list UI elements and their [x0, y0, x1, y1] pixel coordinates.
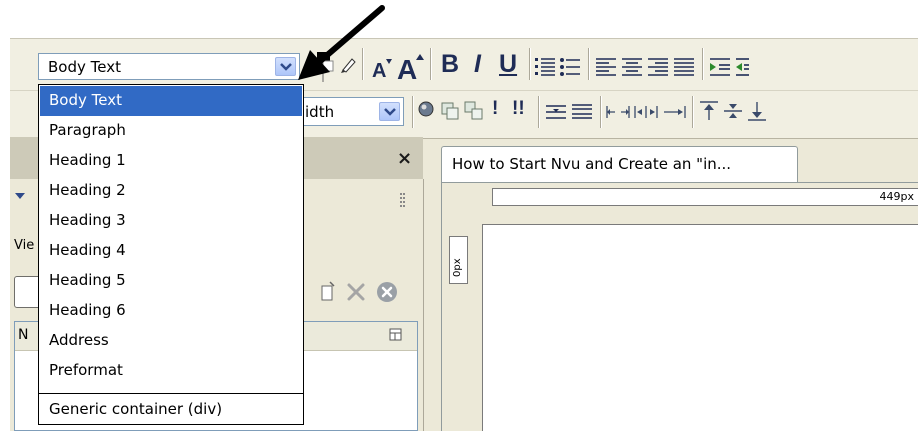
horizontal-ruler: 449px — [492, 188, 918, 206]
spacing-icon[interactable] — [571, 103, 593, 125]
sidebar-view-label: Vie — [14, 238, 35, 253]
edit-icon[interactable] — [320, 280, 336, 306]
format-option-heading-6[interactable]: Heading 6 — [40, 296, 302, 326]
tab-document[interactable]: How to Start Nvu and Create an "in... — [441, 146, 798, 182]
cancel-icon[interactable] — [376, 281, 398, 307]
align-left-icon[interactable] — [595, 56, 617, 82]
paragraph-format-value: Body Text — [48, 58, 121, 76]
valign-middle-icon[interactable] — [723, 100, 743, 126]
expand-arrow-icon[interactable] — [14, 190, 26, 206]
sidebar-column-label: N — [18, 327, 29, 343]
tab-title: How to Start Nvu and Create an "in... — [452, 155, 732, 173]
cell-center-icon[interactable] — [634, 104, 658, 124]
outdent-icon[interactable] — [735, 56, 749, 82]
increase-font-size-icon[interactable]: A — [396, 52, 426, 86]
sidebar-close-button[interactable]: × — [397, 148, 412, 169]
format-option-paragraph[interactable]: Paragraph — [40, 116, 302, 146]
numbered-list-icon[interactable] — [534, 56, 556, 82]
bold-button[interactable]: B — [441, 50, 459, 79]
annotation-arrow-icon — [290, 0, 390, 94]
format-option-heading-5[interactable]: Heading 5 — [40, 266, 302, 296]
justify-icon[interactable] — [673, 56, 695, 82]
align-center-icon[interactable] — [621, 56, 643, 82]
format-option-body-text[interactable]: Body Text — [40, 86, 302, 116]
layer-stack-icon[interactable] — [464, 101, 484, 125]
double-exclaim-button[interactable]: !! — [512, 98, 525, 120]
vertical-ruler: 0px — [449, 236, 468, 284]
svg-text:A: A — [397, 54, 417, 82]
paragraph-format-select[interactable]: Body Text — [38, 53, 300, 80]
align-right-icon[interactable] — [647, 56, 669, 82]
format-option-heading-2[interactable]: Heading 2 — [40, 176, 302, 206]
width-select-value: idth — [305, 103, 335, 121]
width-dropdown-button[interactable] — [379, 102, 400, 121]
format-option-address[interactable]: Address — [40, 326, 302, 356]
horizontal-rule-icon[interactable] — [545, 103, 567, 125]
column-picker-icon[interactable] — [389, 328, 403, 346]
underline-button[interactable]: U — [499, 50, 517, 79]
cell-right-icon[interactable] — [662, 104, 686, 124]
dropdown-divider — [39, 393, 303, 394]
indent-icon[interactable] — [709, 56, 731, 82]
format-option-heading-4[interactable]: Heading 4 — [40, 236, 302, 266]
format-option-generic-container[interactable]: Generic container (div) — [40, 395, 302, 425]
valign-bottom-icon[interactable] — [747, 100, 767, 126]
width-select[interactable]: idth — [300, 97, 404, 126]
ruler-h-label: 449px — [879, 190, 915, 203]
format-option-preformat[interactable]: Preformat — [40, 356, 302, 386]
grip-icon[interactable] — [400, 193, 406, 213]
editor-canvas[interactable] — [482, 224, 918, 431]
chevron-down-icon — [384, 108, 396, 116]
format-option-heading-1[interactable]: Heading 1 — [40, 146, 302, 176]
anchor-icon[interactable] — [418, 101, 436, 123]
layer-icon[interactable] — [440, 101, 460, 125]
ruler-v-label: 0px — [452, 258, 463, 277]
format-option-heading-3[interactable]: Heading 3 — [40, 206, 302, 236]
exclaim-button[interactable]: ! — [492, 98, 498, 120]
cell-spread-icon[interactable] — [606, 104, 630, 124]
delete-icon[interactable] — [346, 282, 366, 306]
paragraph-format-dropdown-list: Body Text Paragraph Heading 1 Heading 2 … — [38, 84, 304, 425]
italic-button[interactable]: I — [474, 50, 481, 79]
valign-top-icon[interactable] — [699, 100, 719, 126]
bulleted-list-icon[interactable] — [559, 56, 581, 82]
